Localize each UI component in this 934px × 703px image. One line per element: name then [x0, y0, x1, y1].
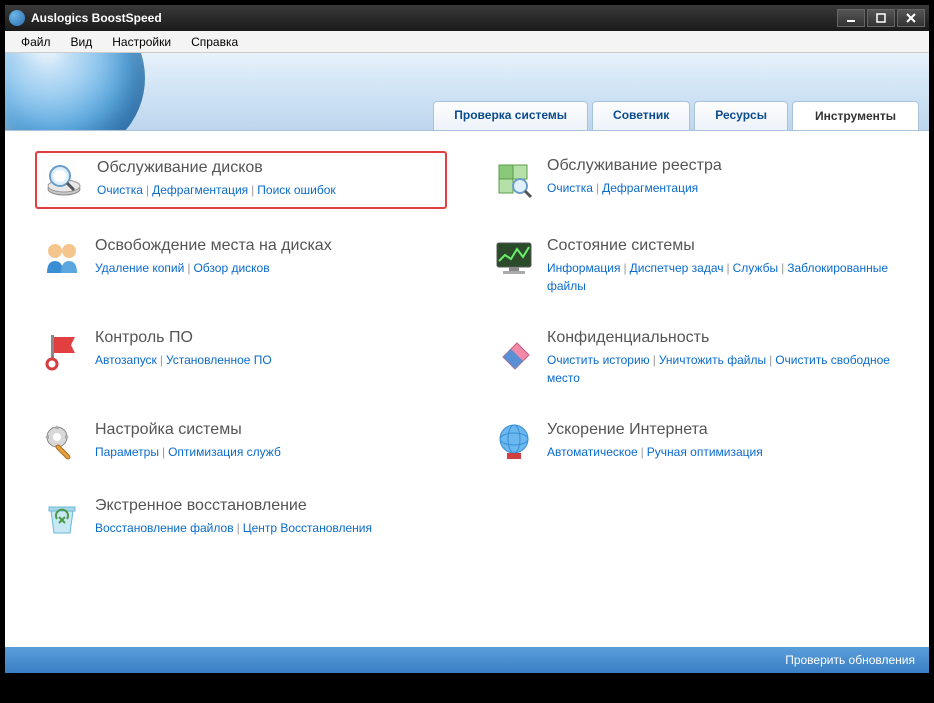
menu-file[interactable]: Файл [11, 33, 61, 51]
tool-title: Обслуживание реестра [547, 157, 893, 175]
titlebar[interactable]: Auslogics BoostSpeed [5, 5, 929, 31]
app-icon [9, 10, 25, 26]
link-task-manager[interactable]: Диспетчер задач [630, 261, 724, 275]
menu-settings[interactable]: Настройки [102, 33, 181, 51]
internet-globe-icon [493, 421, 535, 463]
link-manual-opt[interactable]: Ручная оптимизация [647, 445, 763, 459]
link-disk-errors[interactable]: Поиск ошибок [257, 183, 335, 197]
header-band: Проверка системы Советник Ресурсы Инстру… [5, 53, 929, 131]
link-autorun[interactable]: Автозапуск [95, 353, 157, 367]
flag-icon [41, 329, 83, 371]
link-disk-overview[interactable]: Обзор дисков [193, 261, 269, 275]
tool-internet: Ускорение Интернета Автоматическое|Ручна… [487, 415, 899, 469]
link-file-recovery[interactable]: Восстановление файлов [95, 521, 234, 535]
statusbar: Проверить обновления [5, 647, 929, 673]
content-area: Обслуживание дисков Очистка|Дефрагментац… [5, 131, 929, 647]
tab-tools[interactable]: Инструменты [792, 101, 919, 130]
link-rescue-center[interactable]: Центр Восстановления [243, 521, 372, 535]
window-frame: Auslogics BoostSpeed Файл Вид Настройки … [0, 0, 934, 703]
tab-advisor[interactable]: Советник [592, 101, 690, 130]
link-services-opt[interactable]: Оптимизация служб [168, 445, 281, 459]
tool-title: Конфиденциальность [547, 329, 893, 347]
link-auto-opt[interactable]: Автоматическое [547, 445, 638, 459]
tabs: Проверка системы Советник Ресурсы Инстру… [433, 101, 919, 130]
tool-registry-maintenance: Обслуживание реестра Очистка|Дефрагмента… [487, 151, 899, 209]
tool-free-space: Освобождение места на дисках Удаление ко… [35, 231, 447, 301]
link-shred[interactable]: Уничтожить файлы [659, 353, 766, 367]
menu-view[interactable]: Вид [61, 33, 103, 51]
check-updates-link[interactable]: Проверить обновления [785, 653, 915, 667]
link-disk-defrag[interactable]: Дефрагментация [152, 183, 248, 197]
tab-resources[interactable]: Ресурсы [694, 101, 788, 130]
window-controls [837, 9, 925, 27]
recycle-bin-icon [41, 497, 83, 539]
registry-icon [493, 157, 535, 199]
eraser-icon [493, 329, 535, 371]
tool-disk-maintenance: Обслуживание дисков Очистка|Дефрагментац… [35, 151, 447, 209]
disk-scan-icon [43, 159, 85, 201]
tool-system-status: Состояние системы Информация|Диспетчер з… [487, 231, 899, 301]
people-icon [41, 237, 83, 279]
menu-help[interactable]: Справка [181, 33, 248, 51]
close-button[interactable] [897, 9, 925, 27]
tool-title: Экстренное восстановление [95, 497, 441, 515]
tool-title: Настройка системы [95, 421, 441, 439]
tool-system-tuning: Настройка системы Параметры|Оптимизация … [35, 415, 447, 469]
tool-software-control: Контроль ПО Автозапуск|Установленное ПО [35, 323, 447, 393]
tool-privacy: Конфиденциальность Очистить историю|Унич… [487, 323, 899, 393]
minimize-button[interactable] [837, 9, 865, 27]
tool-title: Ускорение Интернета [547, 421, 893, 439]
link-params[interactable]: Параметры [95, 445, 159, 459]
gear-wrench-icon [41, 421, 83, 463]
window-title: Auslogics BoostSpeed [31, 11, 837, 25]
tool-grid: Обслуживание дисков Очистка|Дефрагментац… [35, 151, 899, 545]
tool-title: Освобождение места на дисках [95, 237, 441, 255]
link-clear-history[interactable]: Очистить историю [547, 353, 650, 367]
globe-icon [5, 53, 145, 131]
monitor-chart-icon [493, 237, 535, 279]
link-services[interactable]: Службы [733, 261, 778, 275]
link-registry-defrag[interactable]: Дефрагментация [602, 181, 698, 195]
link-dup-remove[interactable]: Удаление копий [95, 261, 184, 275]
link-disk-cleanup[interactable]: Очистка [97, 183, 143, 197]
link-installed[interactable]: Установленное ПО [166, 353, 272, 367]
tab-system-check[interactable]: Проверка системы [433, 101, 588, 130]
menubar: Файл Вид Настройки Справка [5, 31, 929, 53]
maximize-button[interactable] [867, 9, 895, 27]
tool-title: Состояние системы [547, 237, 893, 255]
tool-title: Обслуживание дисков [97, 159, 439, 177]
tool-rescue: Экстренное восстановление Восстановление… [35, 491, 447, 545]
link-info[interactable]: Информация [547, 261, 620, 275]
tool-title: Контроль ПО [95, 329, 441, 347]
link-registry-cleanup[interactable]: Очистка [547, 181, 593, 195]
